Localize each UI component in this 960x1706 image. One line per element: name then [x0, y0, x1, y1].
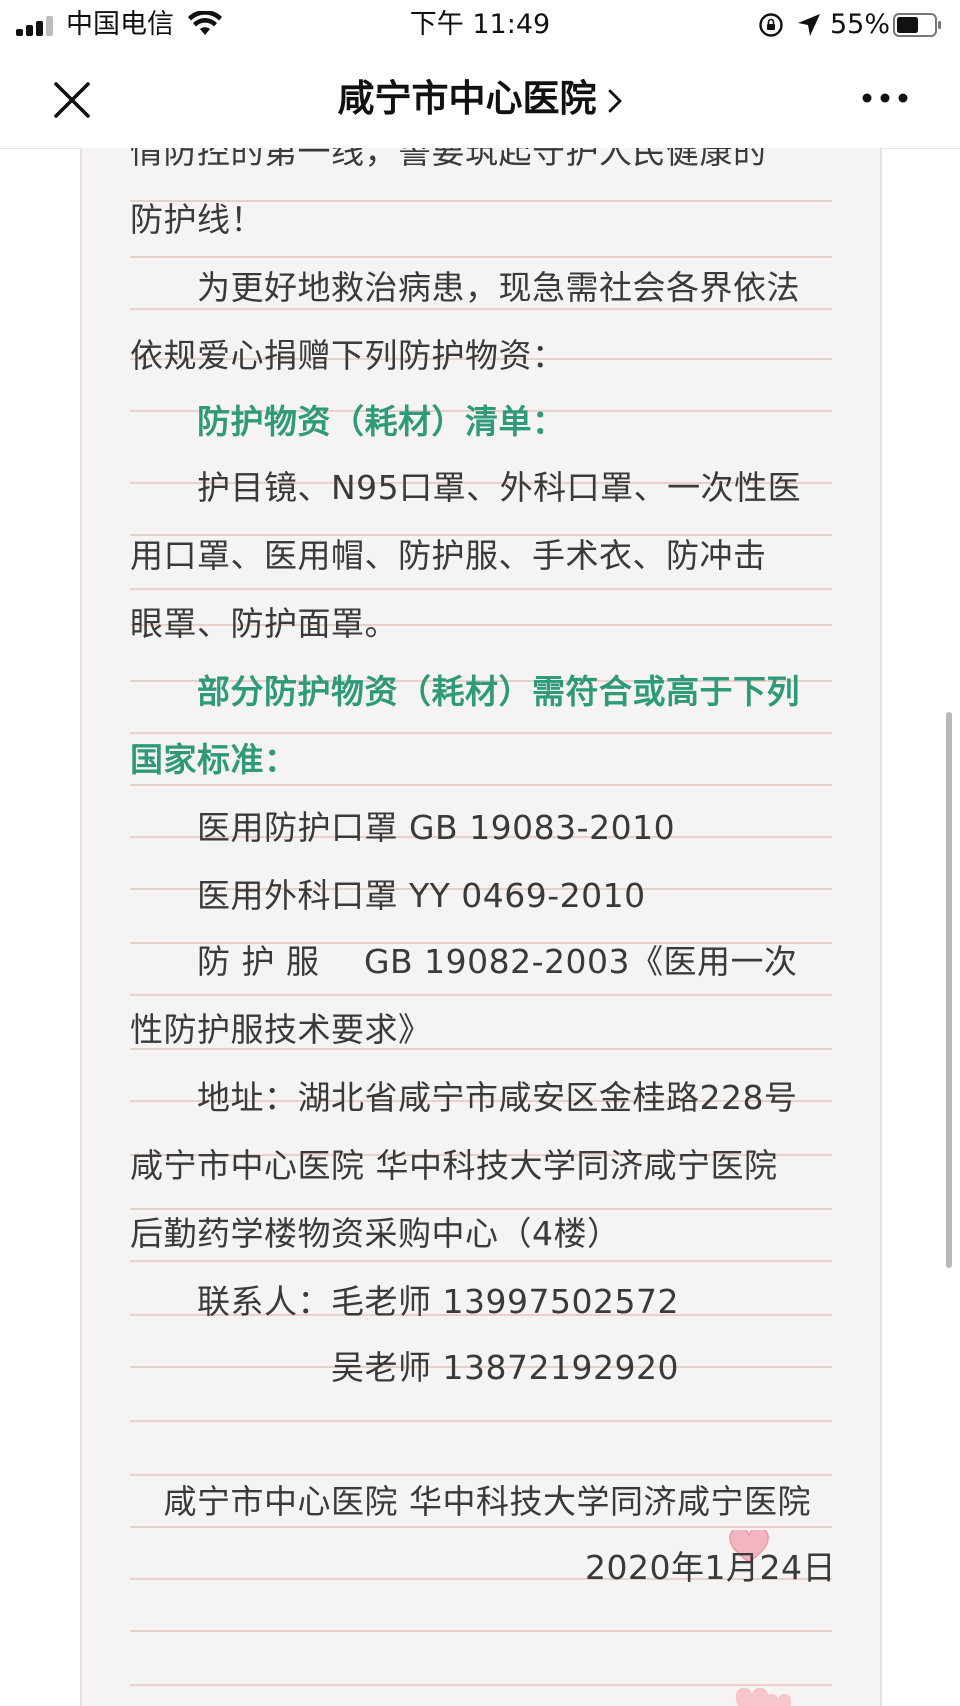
scrollbar[interactable] — [946, 712, 952, 1268]
paragraph-line: 眼罩、防护面罩。 — [130, 604, 398, 643]
ruled-line — [130, 1208, 832, 1210]
ruled-line — [130, 588, 832, 590]
rotation-lock-icon — [759, 13, 783, 37]
paragraph-line: 后勤药学楼物资采购中心（4楼） — [130, 1214, 621, 1253]
paragraph-line: 用口罩、医用帽、防护服、手术衣、防冲击 — [130, 536, 767, 575]
ruled-line — [130, 994, 832, 996]
paragraph-line: 2020年1月24日 — [585, 1548, 836, 1587]
ruled-line — [130, 1260, 832, 1262]
section-heading-line: 国家标准： — [130, 740, 298, 779]
ruled-line — [130, 1420, 832, 1422]
ruled-line — [130, 256, 832, 258]
paragraph-line: 护目镜、N95口罩、外科口罩、一次性医 — [130, 468, 802, 507]
paragraph-line: 为更好地救治病患，现急需社会各界依法 — [130, 268, 800, 307]
paragraph-line: 防 护 服 GB 19082-2003《医用一次 — [130, 942, 798, 981]
chevron-right-icon — [608, 89, 621, 112]
ruled-line — [130, 1526, 832, 1528]
ruled-line — [130, 732, 832, 734]
ruled-line — [130, 1630, 832, 1632]
battery-icon — [893, 13, 941, 37]
paragraph-line: 依规爱心捐赠下列防护物资： — [130, 336, 566, 375]
paragraph-line: 咸宁市中心医院 华中科技大学同济咸宁医院 — [130, 1146, 778, 1185]
article-body: 情防控的第一线，誓要筑起守护人民健康的防护线！ 为更好地救治病患，现急需社会各界… — [80, 148, 882, 1706]
paragraph-line: 情防控的第一线，誓要筑起守护人民健康的 — [130, 148, 767, 171]
paragraph-line: 防护线！ — [130, 200, 264, 239]
ruled-line — [130, 1474, 832, 1476]
paragraph-line: 联系人：毛老师 13997502572 — [130, 1282, 679, 1321]
battery-percentage: 55% — [830, 9, 891, 40]
ruled-line — [130, 784, 832, 786]
section-heading-line: 部分防护物资（耗材）需符合或高于下列 — [130, 672, 800, 711]
status-bar: 中国电信 下午 11:49 55% — [0, 0, 960, 50]
section-heading-line: 防护物资（耗材）清单： — [130, 402, 566, 441]
location-icon — [798, 14, 820, 36]
ruled-line — [130, 1684, 832, 1686]
account-title-link[interactable]: 咸宁市中心医院 — [0, 74, 960, 124]
paragraph-line: 地址：湖北省咸宁市咸安区金桂路228号 — [130, 1078, 798, 1117]
paragraph-line: 吴老师 13872192920 — [130, 1348, 679, 1387]
paragraph-line: 医用外科口罩 YY 0469-2010 — [130, 876, 646, 915]
page-title: 咸宁市中心医院 — [337, 77, 597, 120]
paragraph-line: 医用防护口罩 GB 19083-2010 — [130, 808, 676, 847]
paragraph-line: 咸宁市中心医院 华中科技大学同济咸宁医院 — [130, 1482, 811, 1521]
paragraph-line: 性防护服技术要求》 — [130, 1010, 432, 1049]
more-icon[interactable] — [860, 86, 910, 110]
nav-bar: 咸宁市中心医院 — [0, 50, 960, 149]
